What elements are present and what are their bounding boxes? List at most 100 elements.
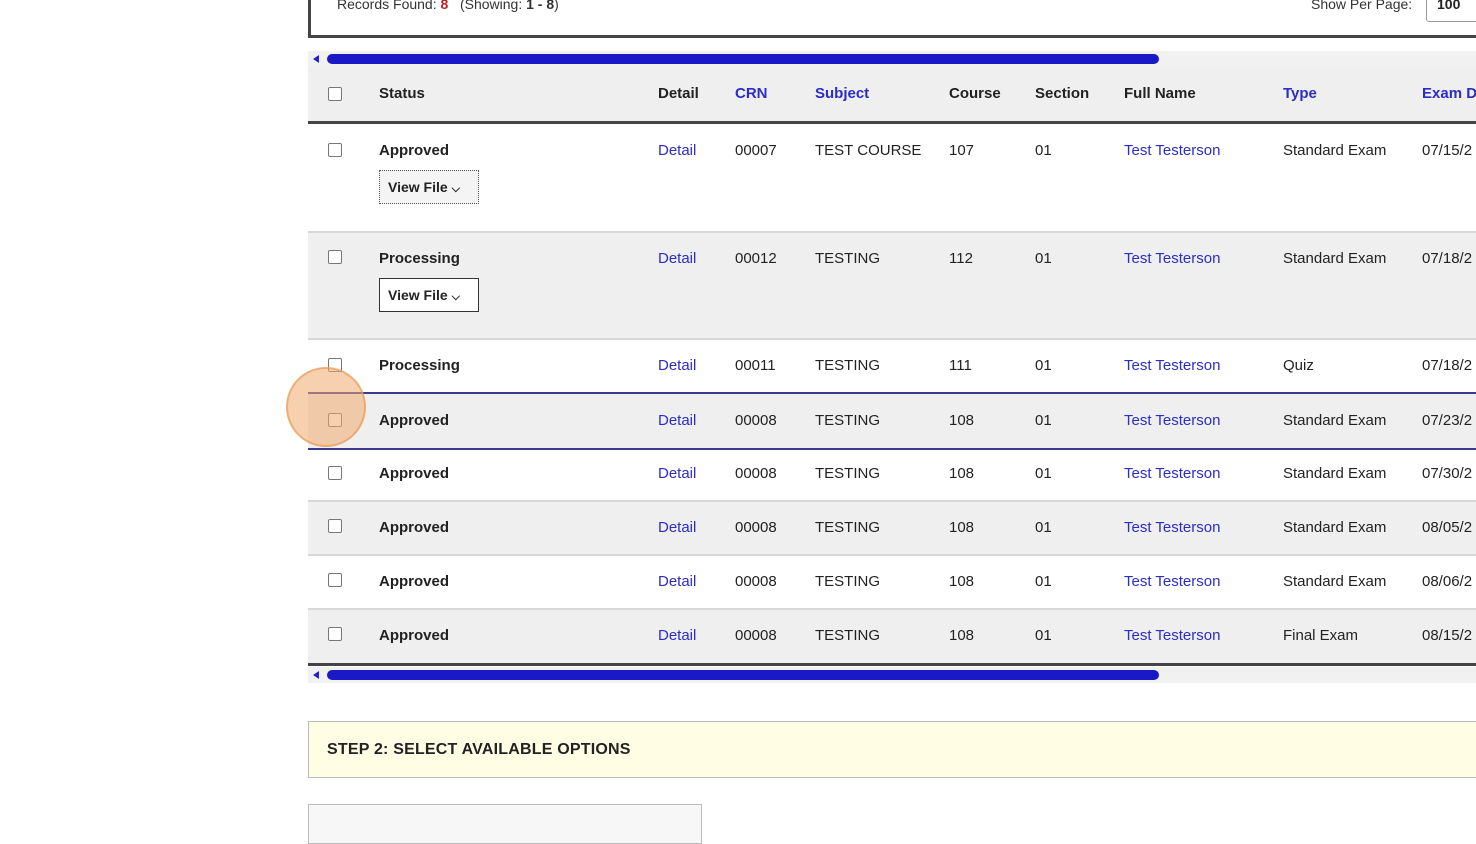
table-row: Approved Detail 00008 TESTING 108 01 Tes… <box>308 392 1476 450</box>
scroll-left-arrow-icon[interactable] <box>313 671 319 679</box>
type-cell: Standard Exam <box>1283 142 1387 159</box>
subject-cell: TESTING <box>815 573 881 590</box>
course-cell: 108 <box>949 573 975 590</box>
bottom-horizontal-scrollbar[interactable] <box>308 667 1476 683</box>
row-checkbox[interactable] <box>328 413 342 427</box>
step-2-title: STEP 2: SELECT AVAILABLE OPTIONS <box>327 741 631 758</box>
exam-date-cell: 08/06/2 <box>1422 573 1473 590</box>
table-row: Approved View File ⌵ Detail 00007 TEST CO… <box>308 124 1476 233</box>
course-cell: 108 <box>949 519 975 536</box>
table-row: Processing Detail 00011 TESTING 111 01 T… <box>308 340 1476 392</box>
type-cell: Final Exam <box>1283 627 1359 644</box>
status-cell: Approved <box>379 142 450 159</box>
type-cell: Standard Exam <box>1283 412 1387 429</box>
detail-link[interactable]: Detail <box>658 627 696 644</box>
section-cell: 01 <box>1035 573 1052 590</box>
crn-cell: 00008 <box>735 412 777 429</box>
subject-cell: TESTING <box>815 357 881 374</box>
subject-cell: TESTING <box>815 465 881 482</box>
step-2-panel: STEP 2: SELECT AVAILABLE OPTIONS <box>308 721 1476 778</box>
detail-link[interactable]: Detail <box>658 573 696 590</box>
view-file-label: View File <box>388 179 448 195</box>
status-cell: Processing <box>379 250 460 267</box>
row-checkbox[interactable] <box>328 250 342 264</box>
section-cell: 01 <box>1035 519 1052 536</box>
exam-date-cell: 07/30/2 <box>1422 465 1473 482</box>
records-summary-bar: Records Found: 8 (Showing: 1 - 8) Show P… <box>308 0 1476 38</box>
per-page-label: Show Per Page: <box>1311 0 1413 12</box>
exam-date-cell: 07/18/2 <box>1422 250 1473 267</box>
records-found-label: Records Found: <box>337 0 437 12</box>
crn-cell: 00008 <box>735 519 777 536</box>
section-cell: 01 <box>1035 465 1052 482</box>
chevron-down-icon: ⌵ <box>451 183 461 195</box>
section-cell: 01 <box>1035 627 1052 644</box>
subject-cell: TEST COURSE <box>815 142 922 159</box>
view-file-button[interactable]: View File ⌵ <box>379 278 479 312</box>
table-header-row: Status Detail CRN Subject Course Section… <box>308 67 1476 124</box>
column-header-crn[interactable]: CRN <box>735 85 768 102</box>
top-horizontal-scrollbar[interactable] <box>308 51 1476 67</box>
row-checkbox[interactable] <box>328 466 342 480</box>
records-count: 8 <box>440 0 449 12</box>
detail-link[interactable]: Detail <box>658 465 696 482</box>
table-row: Approved Detail 00008 TESTING 108 01 Tes… <box>308 610 1476 666</box>
full-name-link[interactable]: Test Testerson <box>1124 412 1220 429</box>
showing-close: ) <box>554 0 559 12</box>
full-name-link[interactable]: Test Testerson <box>1124 627 1220 644</box>
status-cell: Approved <box>379 627 450 644</box>
crn-cell: 00007 <box>735 142 777 159</box>
full-name-link[interactable]: Test Testerson <box>1124 357 1220 374</box>
column-header-subject[interactable]: Subject <box>815 85 869 102</box>
status-cell: Approved <box>379 573 450 590</box>
showing-label: (Showing: <box>459 0 523 12</box>
exam-date-cell: 07/23/2 <box>1422 412 1473 429</box>
records-found-text: Records Found: 8 (Showing: 1 - 8) <box>337 0 559 12</box>
exam-date-cell: 07/15/2 <box>1422 142 1473 159</box>
section-cell: 01 <box>1035 412 1052 429</box>
row-checkbox[interactable] <box>328 143 342 157</box>
showing-range-start: 1 <box>526 0 534 12</box>
full-name-link[interactable]: Test Testerson <box>1124 465 1220 482</box>
full-name-link[interactable]: Test Testerson <box>1124 250 1220 267</box>
type-cell: Quiz <box>1283 357 1314 374</box>
detail-link[interactable]: Detail <box>658 250 696 267</box>
table-row: Approved Detail 00008 TESTING 108 01 Tes… <box>308 502 1476 556</box>
exam-date-cell: 08/15/2 <box>1422 627 1473 644</box>
row-checkbox[interactable] <box>328 358 342 372</box>
detail-link[interactable]: Detail <box>658 519 696 536</box>
full-name-link[interactable]: Test Testerson <box>1124 142 1220 159</box>
select-all-checkbox[interactable] <box>328 87 342 101</box>
row-checkbox[interactable] <box>328 627 342 641</box>
detail-link[interactable]: Detail <box>658 142 696 159</box>
detail-link[interactable]: Detail <box>658 412 696 429</box>
column-header-exam-date[interactable]: Exam Da <box>1422 85 1476 102</box>
scroll-thumb[interactable] <box>327 54 1159 64</box>
section-cell: 01 <box>1035 142 1052 159</box>
table-row: Processing View File ⌵ Detail 00012 TESTI… <box>308 233 1476 340</box>
showing-dash: - <box>533 0 547 12</box>
scroll-thumb[interactable] <box>327 670 1159 680</box>
type-cell: Standard Exam <box>1283 519 1387 536</box>
per-page-select[interactable]: 100 <box>1426 0 1476 22</box>
showing-range-end: 8 <box>546 0 555 12</box>
table-row: Approved Detail 00008 TESTING 108 01 Tes… <box>308 556 1476 610</box>
row-checkbox[interactable] <box>328 519 342 533</box>
exam-date-cell: 08/05/2 <box>1422 519 1473 536</box>
scroll-left-arrow-icon[interactable] <box>313 55 319 63</box>
crn-cell: 00008 <box>735 627 777 644</box>
full-name-link[interactable]: Test Testerson <box>1124 573 1220 590</box>
view-file-button[interactable]: View File ⌵ <box>379 170 479 204</box>
course-cell: 108 <box>949 465 975 482</box>
status-cell: Processing <box>379 357 460 374</box>
full-name-link[interactable]: Test Testerson <box>1124 519 1220 536</box>
crn-cell: 00012 <box>735 250 777 267</box>
row-checkbox[interactable] <box>328 573 342 587</box>
column-header-type[interactable]: Type <box>1283 85 1317 102</box>
section-cell: 01 <box>1035 250 1052 267</box>
course-cell: 107 <box>949 142 975 159</box>
crn-cell: 00008 <box>735 465 777 482</box>
detail-link[interactable]: Detail <box>658 357 696 374</box>
course-cell: 108 <box>949 412 975 429</box>
column-header-detail: Detail <box>658 85 699 102</box>
